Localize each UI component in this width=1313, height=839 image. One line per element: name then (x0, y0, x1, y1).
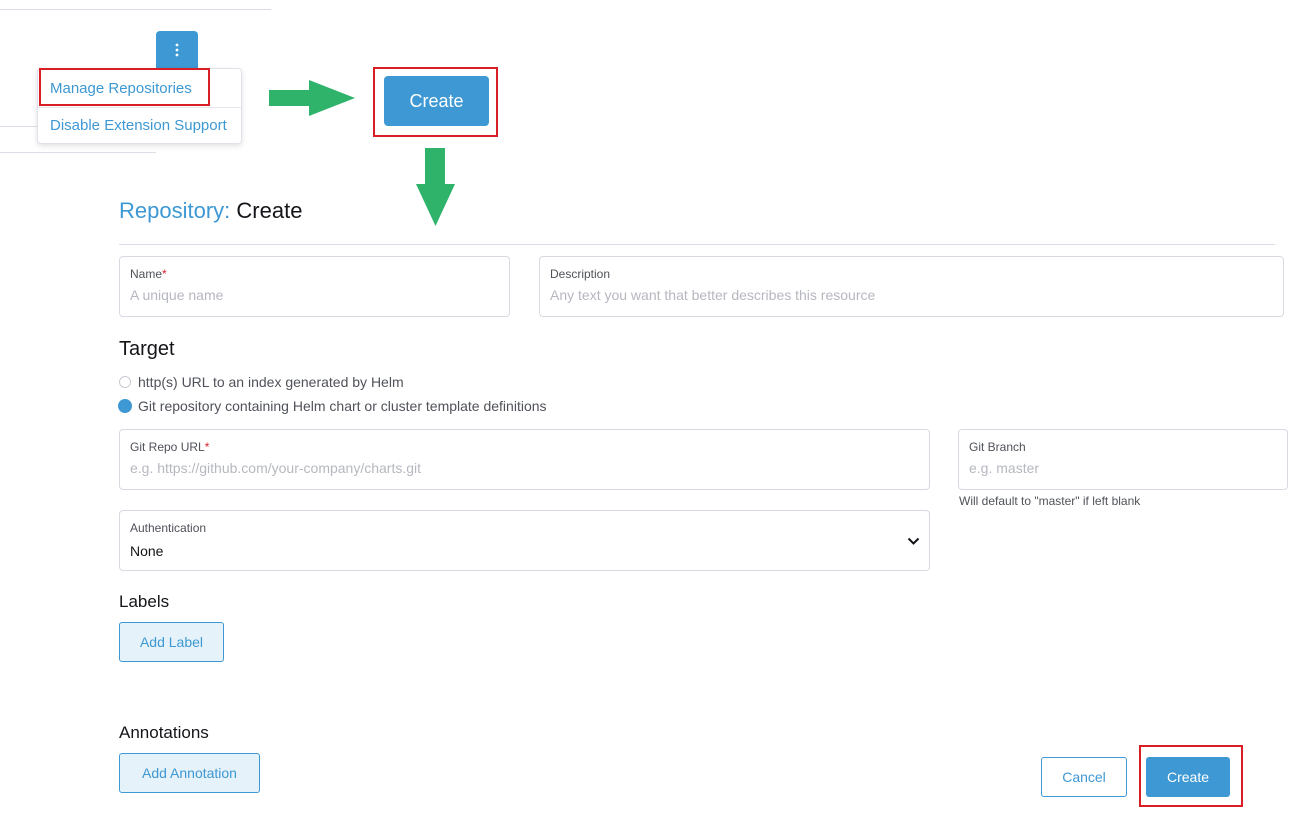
labels-heading: Labels (119, 592, 170, 611)
add-label-button[interactable]: Add Label (119, 622, 224, 662)
menu-separator (38, 107, 241, 108)
name-field-label: Name* (130, 267, 167, 281)
radio-selected-icon[interactable] (118, 399, 132, 413)
git-branch-field[interactable]: Git Branch e.g. master (958, 429, 1288, 490)
page-title-prefix: Repository: (119, 198, 231, 223)
git-repo-url-field[interactable]: Git Repo URL* e.g. https://github.com/yo… (119, 429, 930, 490)
highlight-box (39, 68, 210, 106)
highlight-box (373, 67, 498, 137)
divider (0, 126, 37, 127)
add-annotation-button[interactable]: Add Annotation (119, 753, 260, 793)
actions-menu-button[interactable] (156, 31, 198, 69)
title-divider (119, 244, 1275, 245)
cancel-button[interactable]: Cancel (1041, 757, 1127, 797)
annotations-heading: Annotations (119, 723, 209, 742)
git-branch-label: Git Branch (969, 440, 1026, 454)
authentication-value: None (130, 543, 164, 559)
arrow-down-icon (416, 148, 455, 226)
divider (0, 152, 156, 153)
menu-item-disable-extension-support[interactable]: Disable Extension Support (50, 117, 227, 134)
description-field[interactable]: Description Any text you want that bette… (539, 256, 1284, 317)
radio-unselected-icon[interactable] (119, 376, 131, 388)
authentication-label: Authentication (130, 521, 207, 535)
divider (0, 9, 271, 10)
page-title: Repository: Create (119, 198, 302, 224)
arrow-right-icon (269, 80, 355, 116)
target-heading: Target (119, 338, 175, 360)
target-option-helm-index[interactable]: http(s) URL to an index generated by Hel… (119, 374, 404, 390)
target-option-label: http(s) URL to an index generated by Hel… (138, 374, 404, 390)
name-field[interactable]: Name* A unique name (119, 256, 510, 317)
authentication-select[interactable]: Authentication None (119, 510, 930, 571)
description-field-label: Description (550, 267, 611, 281)
target-option-label: Git repository containing Helm chart or … (138, 398, 547, 414)
git-repo-url-input[interactable]: e.g. https://github.com/your-company/cha… (130, 460, 421, 476)
git-repo-url-label: Git Repo URL* (130, 440, 210, 454)
vertical-dots-icon (175, 43, 179, 57)
target-option-git-repo[interactable]: Git repository containing Helm chart or … (118, 398, 547, 414)
git-branch-input[interactable]: e.g. master (969, 460, 1039, 476)
name-input[interactable]: A unique name (130, 287, 223, 303)
page-title-action: Create (236, 198, 303, 223)
chevron-down-icon[interactable] (907, 537, 920, 546)
git-branch-hint: Will default to "master" if left blank (959, 494, 1141, 508)
description-input[interactable]: Any text you want that better describes … (550, 287, 875, 303)
highlight-box (1139, 745, 1243, 807)
